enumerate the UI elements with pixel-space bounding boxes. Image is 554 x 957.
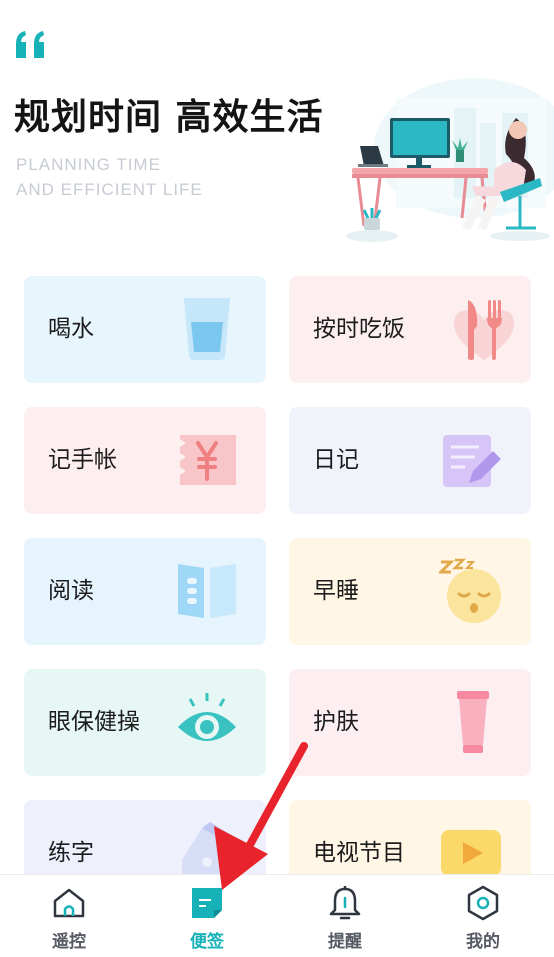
card-bill[interactable]: 记手帐 [24,407,266,514]
eye-icon [178,693,236,741]
card-water[interactable]: 喝水 [24,276,266,383]
skincare-tube-icon [457,691,489,753]
tab-notes[interactable]: 便签 [138,875,276,957]
card-sleep[interactable]: 早睡 [289,538,531,645]
water-glass-icon [184,298,230,360]
pen-nib-icon [182,822,236,874]
bell-icon [329,886,361,920]
card-calligraphy[interactable]: 练字 [24,800,266,874]
card-diary[interactable]: 日记 [289,407,531,514]
hexagon-icon [467,885,499,921]
play-icon [441,830,501,874]
card-label: 日记 [313,447,359,473]
card-label: 记手帐 [48,447,117,473]
card-label: 护肤 [313,709,359,735]
tab-label: 便签 [190,932,224,952]
card-label: 阅读 [48,578,94,604]
notebook-pen-icon [443,435,501,487]
card-read[interactable]: 阅读 [24,538,266,645]
card-tv-program[interactable]: 电视节目 [289,800,531,874]
sleeping-face-icon [439,558,501,623]
card-meal[interactable]: 按时吃饭 [289,276,531,383]
tab-label: 提醒 [328,932,362,952]
card-eye-exercise[interactable]: 眼保健操 [24,669,266,776]
tab-profile[interactable]: 我的 [414,875,552,957]
fork-knife-icon [454,300,514,360]
tab-label: 遥控 [52,932,86,952]
note-icon [192,888,222,918]
tab-label: 我的 [466,932,500,952]
home-icon [53,888,85,918]
card-label: 电视节目 [313,840,405,866]
card-label: 练字 [48,840,94,866]
card-label: 按时吃饭 [313,316,405,342]
feature-grid: 喝水 按时吃饭 记手帐 日记 阅读 早睡 眼保健操 护肤 练字 电视节目 [0,0,554,874]
card-skincare[interactable]: 护肤 [289,669,531,776]
book-icon [178,564,236,618]
yen-ticket-icon [180,435,236,485]
card-label: 早睡 [313,578,359,604]
card-label: 眼保健操 [48,709,140,735]
tab-remote[interactable]: 遥控 [0,875,138,957]
bottom-tab-bar: 遥控 便签 提醒 我的 [0,874,554,957]
card-label: 喝水 [48,316,94,342]
tab-reminder[interactable]: 提醒 [276,875,414,957]
